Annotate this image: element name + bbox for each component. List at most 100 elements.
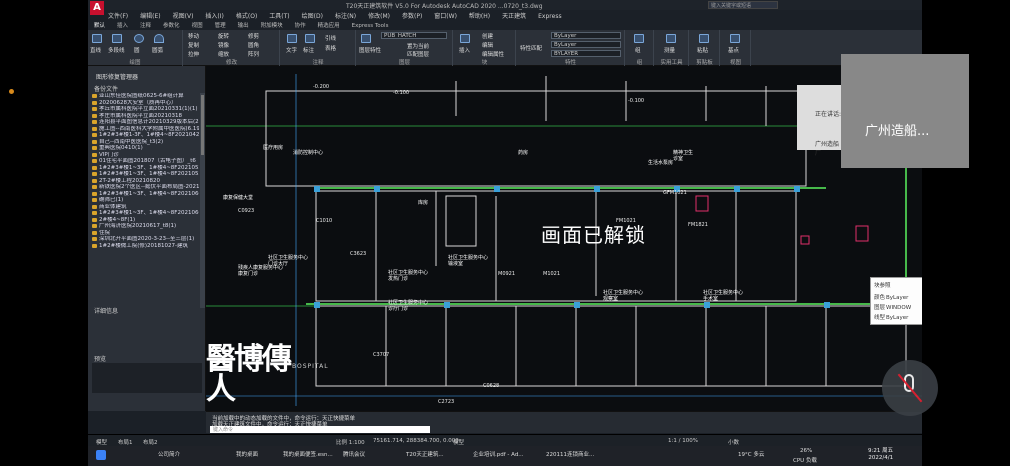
draw-line-label[interactable]: 直线 xyxy=(90,46,101,54)
text-icon[interactable] xyxy=(287,34,297,43)
autocad-logo-icon[interactable]: A xyxy=(90,1,104,15)
utilities-measure[interactable]: 测量 xyxy=(664,46,675,54)
dimension-icon[interactable] xyxy=(305,34,315,43)
tab-layout2[interactable]: 布局2 xyxy=(143,438,158,446)
tab-model[interactable]: 模型 xyxy=(96,438,107,446)
tab-output[interactable]: 输出 xyxy=(238,23,249,29)
insert-block-icon[interactable] xyxy=(460,34,470,43)
taskbar-item-3[interactable]: 我的桌面便签.esn... xyxy=(283,450,333,458)
view-base[interactable]: 基点 xyxy=(728,46,739,54)
modify-trim[interactable]: 修剪 xyxy=(248,32,259,40)
taskbar-item-6[interactable]: 企业培训.pdf - Ad... xyxy=(473,450,524,458)
participant-video[interactable]: 广州造船... xyxy=(841,54,969,168)
layers-set-current[interactable]: 置为当前 xyxy=(407,42,429,50)
clipboard-paste[interactable]: 粘贴 xyxy=(697,46,708,54)
modify-scale[interactable]: 缩放 xyxy=(218,50,229,58)
menu-tangent[interactable]: 天正建筑 xyxy=(502,13,526,20)
menu-modify[interactable]: 修改(M) xyxy=(368,13,390,20)
units-readout[interactable]: 小数 xyxy=(728,438,739,446)
draw-circle-label[interactable]: 圆 xyxy=(134,46,140,54)
block-edit-attr[interactable]: 编辑属性 xyxy=(482,50,504,58)
annotation-table[interactable]: 表格 xyxy=(325,44,336,52)
taskbar-item-4[interactable]: 腾讯会议 xyxy=(343,450,365,458)
backup-files-header[interactable]: 备份文件 xyxy=(94,84,118,93)
layers-properties[interactable]: 图层特性 xyxy=(359,46,381,54)
menu-view[interactable]: 视图(V) xyxy=(173,13,194,20)
taskbar-item-5[interactable]: T20天正建筑... xyxy=(406,450,444,458)
layers-match[interactable]: 匹配图层 xyxy=(407,50,429,58)
modify-stretch[interactable]: 拉伸 xyxy=(188,50,199,58)
modify-fillet[interactable]: 圆角 xyxy=(248,41,259,49)
modify-copy[interactable]: 复制 xyxy=(188,41,199,49)
tab-default[interactable]: 默认 xyxy=(94,23,105,29)
annotation-text[interactable]: 文字 xyxy=(286,46,297,54)
tab-insert[interactable]: 插入 xyxy=(117,23,128,29)
modify-rotate[interactable]: 旋转 xyxy=(218,32,229,40)
measure-icon[interactable] xyxy=(666,34,676,43)
speaking-name: 广州造船厂 xyxy=(815,141,840,157)
clock[interactable]: 9:21 周五 2022/4/1 xyxy=(868,448,893,462)
annotation-leader[interactable]: 引线 xyxy=(325,34,336,42)
block-edit[interactable]: 编辑 xyxy=(482,41,493,49)
tab-manage[interactable]: 管理 xyxy=(215,23,226,29)
weather[interactable]: 19°C 多云 xyxy=(738,450,764,458)
tab-collaborate[interactable]: 协作 xyxy=(295,23,306,29)
menu-window[interactable]: 窗口(W) xyxy=(434,13,457,20)
paste-icon[interactable] xyxy=(699,34,709,43)
menu-draw[interactable]: 绘图(D) xyxy=(302,13,323,20)
tab-featured[interactable]: 精选应用 xyxy=(318,23,340,29)
draw-arc-label[interactable]: 圆弧 xyxy=(152,46,163,54)
tab-addins[interactable]: 附加模块 xyxy=(261,23,283,29)
start-icon[interactable] xyxy=(96,450,106,460)
file-list-scrollbar[interactable] xyxy=(200,93,205,308)
menu-tools[interactable]: 工具(T) xyxy=(269,13,289,20)
taskbar-item-7[interactable]: 220111连锁商业... xyxy=(546,450,594,458)
dimension-label: -0.100 xyxy=(393,90,410,96)
block-create[interactable]: 创建 xyxy=(482,32,493,40)
preview-header[interactable]: 预览 xyxy=(94,354,106,363)
linetype-dropdown[interactable]: ByLayer xyxy=(551,41,621,48)
menu-dimension[interactable]: 标注(N) xyxy=(335,13,356,20)
arc-icon[interactable] xyxy=(154,34,164,43)
tab-annotate[interactable]: 注释 xyxy=(140,23,151,29)
backup-file-list: 亚山东佳医院图纸0625-6#组计算 20200628大安室（质再中心） 孝丘市属科… xyxy=(91,93,199,249)
mute-microphone-button[interactable] xyxy=(882,360,938,416)
scale-readout[interactable]: 比例 1:100 xyxy=(336,438,365,446)
tab-view[interactable]: 视图 xyxy=(192,23,203,29)
group-icon[interactable] xyxy=(634,34,644,43)
details-header[interactable]: 详细信息 xyxy=(94,306,118,315)
draw-polyline-label[interactable]: 多段线 xyxy=(108,46,125,54)
tab-layout1[interactable]: 布局1 xyxy=(118,438,133,446)
base-point-icon[interactable] xyxy=(730,34,740,43)
model-toggle[interactable]: 模型 xyxy=(453,438,464,446)
title-search-input[interactable]: 键入关键字或短语 xyxy=(708,1,778,9)
annotation-dim[interactable]: 标注 xyxy=(303,46,314,54)
tab-parametric[interactable]: 参数化 xyxy=(163,23,180,29)
groups-group[interactable]: 组 xyxy=(635,46,641,54)
polyline-icon[interactable] xyxy=(112,34,122,43)
properties-match[interactable]: 特性匹配 xyxy=(520,44,542,52)
color-dropdown[interactable]: ByLayer xyxy=(551,32,621,39)
layer-properties-icon[interactable] xyxy=(361,34,371,43)
modify-move[interactable]: 移动 xyxy=(188,32,199,40)
taskbar-item-1[interactable]: 公司简介 xyxy=(158,450,180,458)
zoom-readout[interactable]: 1:1 / 100% xyxy=(668,438,698,444)
menu-format[interactable]: 格式(O) xyxy=(236,13,257,20)
backup-file-item[interactable]: 1#2#楼微工院(修)20181027-建筑 xyxy=(91,243,199,250)
menu-edit[interactable]: 编辑(E) xyxy=(140,13,160,20)
tab-express-tools[interactable]: Express Tools xyxy=(352,23,389,29)
menu-help[interactable]: 帮助(H) xyxy=(469,13,490,20)
circle-icon[interactable] xyxy=(134,34,144,43)
modify-mirror[interactable]: 镜像 xyxy=(218,41,229,49)
modify-array[interactable]: 阵列 xyxy=(248,50,259,58)
line-icon[interactable] xyxy=(92,34,102,43)
menu-insert[interactable]: 插入(I) xyxy=(205,13,223,20)
lineweight-dropdown[interactable]: BYLAYER xyxy=(551,50,621,57)
layer-dropdown[interactable]: PUB_HATCH xyxy=(381,32,447,39)
block-insert[interactable]: 插入 xyxy=(459,46,470,54)
menu-express[interactable]: Express xyxy=(538,13,561,20)
command-input[interactable]: 键入命令 xyxy=(210,426,430,433)
menu-param[interactable]: 参数(P) xyxy=(402,13,422,20)
taskbar-item-2[interactable]: 我的桌面 xyxy=(236,450,258,458)
menu-file[interactable]: 文件(F) xyxy=(108,13,128,20)
